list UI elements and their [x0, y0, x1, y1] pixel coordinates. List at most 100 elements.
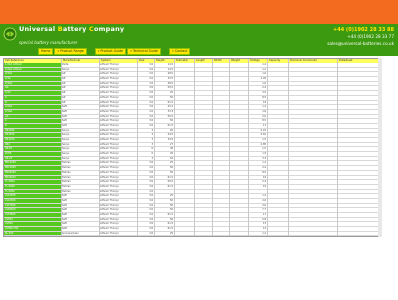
- cell-value: 3.6: [149, 189, 153, 193]
- cell-value: [195, 222, 211, 226]
- cell-manufacturer: Saft: [62, 105, 67, 109]
- cell-system: Lithium Thionyl: [100, 86, 119, 90]
- cell-value: [268, 110, 287, 114]
- cell-value: [213, 166, 228, 170]
- cell-value: [213, 143, 228, 147]
- cell-value: [175, 101, 193, 105]
- cell-value: [195, 68, 211, 72]
- cell-system: Lithium Thionyl: [100, 217, 119, 221]
- cell-value: 8.5: [262, 95, 266, 99]
- cell-value: [268, 208, 287, 212]
- cell-value: [175, 72, 193, 76]
- cell-manufacturer: Tadiran: [62, 170, 71, 174]
- cell-value: [268, 72, 287, 76]
- cell-value: [175, 63, 193, 67]
- cell-value: [213, 236, 228, 237]
- cell-manufacturer: Tadiran: [62, 166, 71, 170]
- cell-system: Lithium Thionyl: [100, 119, 119, 123]
- brand-name[interactable]: Universal Battery Company: [19, 25, 124, 33]
- cell-value: [230, 218, 247, 222]
- cell-value: 50: [169, 170, 173, 174]
- cell-value: 3.6: [149, 213, 153, 216]
- cell-value: 3.6: [149, 175, 153, 179]
- cell-value: 3.6: [149, 114, 153, 118]
- cell-manufacturer: Saft: [62, 227, 67, 231]
- cell-manufacturer: Tadiran: [62, 184, 71, 188]
- cell-value: [195, 185, 211, 189]
- cell-reference: CR2: [4, 142, 62, 147]
- cell-value: [175, 227, 193, 231]
- cell-value: 1.2: [262, 194, 266, 198]
- nav-product-range[interactable]: Product Range: [54, 47, 87, 55]
- phone-fax: +44 (0)1902 28 33 77: [347, 34, 394, 39]
- cell-reference: 1/2AA: [4, 105, 62, 109]
- cell-value: [268, 222, 287, 226]
- cell-value: [195, 180, 211, 184]
- cell-value: 3.6: [149, 227, 153, 231]
- cell-value: [268, 129, 287, 133]
- cell-value: 19: [262, 184, 266, 188]
- email-link[interactable]: sales@universal-batteries.co.uk: [327, 41, 394, 46]
- cell-value: 3.6: [149, 217, 153, 221]
- cell-value: [230, 77, 247, 81]
- cell-value: [230, 157, 247, 161]
- cell-manufacturer: Tadiran: [62, 175, 71, 179]
- cell-value: [230, 115, 247, 119]
- cell-value: 3: [151, 138, 153, 141]
- cell-value: [268, 152, 287, 156]
- nav-contact[interactable]: Contact: [169, 47, 191, 55]
- globe-leaf-icon[interactable]: [3, 27, 17, 41]
- cell-value: 2.4: [249, 236, 266, 237]
- cell-system: Lithium Thionyl: [100, 236, 137, 237]
- cell-value: 3.6: [149, 170, 153, 174]
- cell-reference: LS33600: [4, 213, 62, 217]
- cell-reference: 2/3AA: [4, 81, 62, 86]
- cell-value: 25: [169, 91, 173, 95]
- cell-value: [195, 157, 211, 161]
- cell-system: Lithium Thionyl: [100, 198, 119, 202]
- brand-tagline: special battery manufacturer: [19, 40, 78, 45]
- cell-manufacturer: Saft: [62, 217, 67, 221]
- cell-value: [175, 204, 193, 208]
- cell-value: 3.6: [149, 166, 153, 170]
- cell-value: 28.5: [167, 81, 173, 85]
- cell-value: [175, 110, 193, 114]
- cell-value: [268, 218, 287, 222]
- cell-value: 1.6: [262, 72, 266, 76]
- cell-value: 3.6: [149, 119, 153, 123]
- cell-value: [195, 119, 211, 123]
- cell-value: [175, 147, 193, 151]
- cell-value: [213, 152, 228, 156]
- cell-value: [195, 236, 211, 237]
- vertical-scrollbar[interactable]: [378, 58, 382, 237]
- cell-value: [268, 227, 287, 231]
- cell-value: [213, 63, 228, 67]
- cell-system: Lithium Thionyl: [100, 222, 119, 226]
- cell-value: [230, 222, 247, 226]
- cell-value: [195, 143, 211, 147]
- nav-product-guide[interactable]: Product Guide: [94, 47, 127, 55]
- cell-system: Lithium Thionyl: [100, 128, 119, 132]
- cell-value: 3.6: [149, 208, 153, 212]
- cell-value: [213, 96, 228, 100]
- cell-value: [195, 101, 211, 105]
- cell-value: [268, 143, 287, 147]
- nav-technical-guide[interactable]: Technical Guide: [127, 47, 161, 55]
- cell-manufacturer: GP: [62, 95, 66, 99]
- cell-value: [230, 110, 247, 114]
- cell-value: [268, 91, 287, 95]
- cell-manufacturer: GP: [62, 91, 66, 95]
- cell-value: 2.4: [262, 166, 266, 170]
- cell-value: 20: [169, 128, 173, 132]
- cell-value: 17: [262, 213, 266, 216]
- cell-value: [213, 176, 228, 180]
- cell-value: [175, 86, 193, 90]
- table-row[interactable]: SL-360SonnenscheinLithium Thionyl3.650.5…: [4, 236, 379, 237]
- nav-home[interactable]: Home: [38, 47, 54, 55]
- cell-value: 0.85: [260, 142, 266, 146]
- cell-value: 61.5: [167, 222, 173, 226]
- cell-value: [213, 147, 228, 151]
- cell-value: 33.5: [167, 77, 173, 81]
- cell-value: 19: [262, 100, 266, 104]
- cell-value: 1.2: [262, 67, 266, 71]
